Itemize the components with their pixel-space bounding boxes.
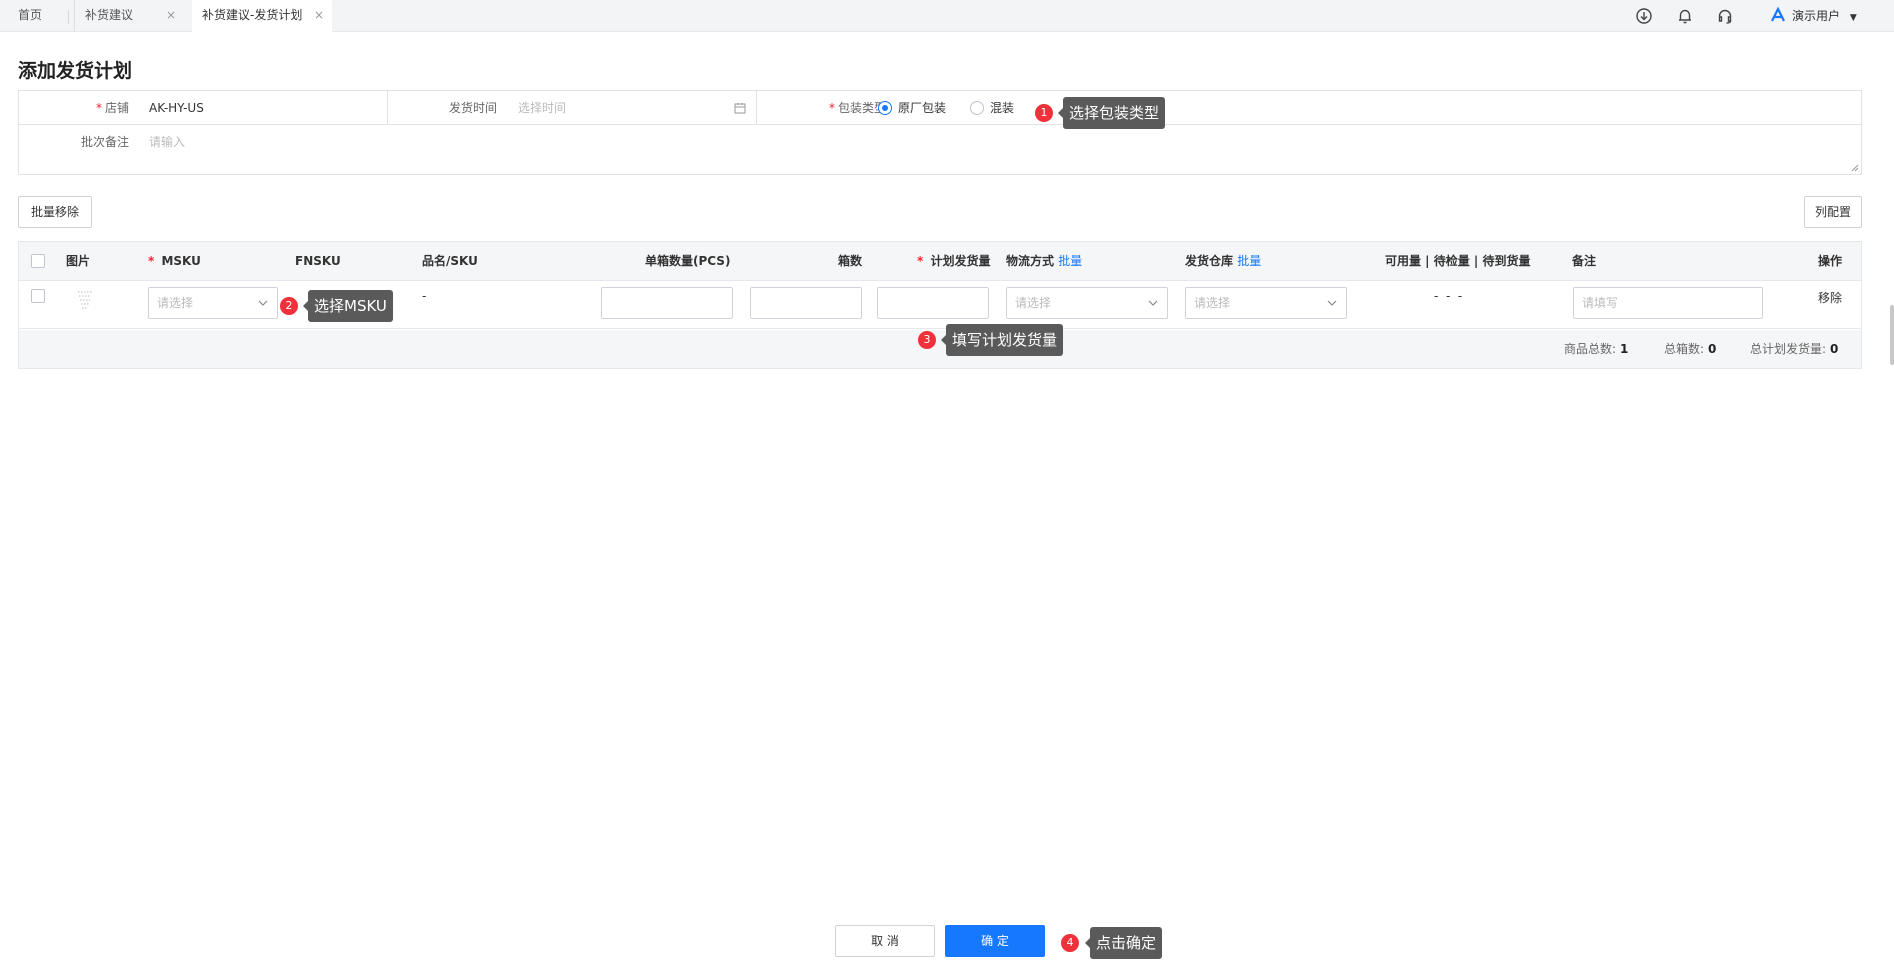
row-checkbox[interactable] bbox=[31, 289, 45, 303]
ship-time-label: 发货时间 bbox=[448, 101, 497, 115]
col-fnsku: FNSKU bbox=[295, 254, 341, 268]
batch-logistics-link[interactable]: 批量 bbox=[1058, 254, 1082, 268]
radio-mixed-pack[interactable] bbox=[970, 101, 984, 115]
select-all-checkbox[interactable] bbox=[31, 254, 45, 268]
download-icon[interactable] bbox=[1635, 7, 1653, 25]
user-menu[interactable]: 演示用户 ▼ bbox=[1770, 0, 1857, 32]
remark-textarea[interactable]: 请输入 bbox=[149, 125, 1849, 170]
radio-original-pack-label[interactable]: 原厂包装 bbox=[898, 91, 946, 125]
divider bbox=[387, 91, 388, 125]
total-products: 商品总数: 1 bbox=[1564, 342, 1629, 356]
step-badge-3: 3 bbox=[918, 331, 936, 349]
col-msku: * MSKU bbox=[148, 254, 201, 268]
col-name-sku: 品名/SKU bbox=[422, 254, 478, 268]
resize-handle-icon[interactable] bbox=[1851, 164, 1859, 172]
shop-label: * 店铺 bbox=[95, 101, 129, 115]
confirm-button[interactable]: 确 定 bbox=[945, 925, 1045, 957]
msku-select[interactable]: 请选择 bbox=[148, 287, 278, 319]
calendar-icon bbox=[734, 103, 746, 114]
page-scrollbar[interactable] bbox=[1890, 305, 1894, 365]
col-image: 图片 bbox=[66, 254, 91, 268]
brand-logo-icon bbox=[1771, 7, 1785, 22]
form-row-1: * 店铺 AK-HY-US 发货时间 选择时间 * 包装类型 原厂包装 混装 bbox=[19, 91, 1861, 125]
tab-home-label: 首页 bbox=[18, 8, 43, 22]
col-stock: 可用量 | 待检量 | 待到货量 bbox=[1385, 254, 1531, 268]
radio-original-pack[interactable] bbox=[878, 101, 892, 115]
col-boxes: 箱数 bbox=[838, 254, 863, 268]
logistics-select[interactable]: 请选择 bbox=[1006, 287, 1168, 319]
table-header: 图片 * MSKU FNSKU 品名/SKU 单箱数量(PCS) 箱数 * 计划… bbox=[19, 242, 1861, 281]
col-warehouse: 发货仓库 批量 bbox=[1185, 254, 1262, 268]
step-tooltip-3: 填写计划发货量 bbox=[940, 324, 1064, 356]
caret-down-icon: ▼ bbox=[1849, 13, 1857, 23]
tab-replenishment-label: 补货建议 bbox=[85, 8, 134, 22]
column-config-button[interactable]: 列配置 bbox=[1804, 196, 1862, 228]
close-icon[interactable]: × bbox=[314, 0, 324, 31]
chevron-down-icon bbox=[258, 300, 268, 306]
chevron-down-icon bbox=[1148, 300, 1158, 306]
pack-type-label: * 包装类型 bbox=[828, 101, 886, 115]
product-image-placeholder-icon bbox=[78, 291, 92, 309]
step-badge-2: 2 bbox=[280, 297, 298, 315]
page-title: 添加发货计划 bbox=[18, 60, 133, 82]
tab-shipment-plan[interactable]: 补货建议-发货计划 × bbox=[192, 0, 332, 32]
chevron-down-icon bbox=[1327, 300, 1337, 306]
step-badge-4: 4 bbox=[1061, 934, 1079, 952]
name-sku-value: - bbox=[422, 289, 427, 303]
shop-value: AK-HY-US bbox=[149, 101, 204, 115]
tab-replenishment[interactable]: 补货建议 × bbox=[74, 0, 184, 32]
bell-icon[interactable] bbox=[1676, 7, 1694, 25]
tab-shipment-plan-label: 补货建议-发货计划 bbox=[202, 8, 303, 22]
ship-time-picker[interactable]: 选择时间 bbox=[518, 91, 766, 125]
step-badge-1: 1 bbox=[1035, 104, 1053, 122]
remark-label: 批次备注 bbox=[80, 135, 129, 149]
stock-values: - - - bbox=[1434, 289, 1463, 303]
col-action: 操作 bbox=[1818, 254, 1843, 268]
pcs-per-box-input[interactable] bbox=[601, 287, 733, 319]
col-logistics: 物流方式 批量 bbox=[1006, 254, 1083, 268]
boxes-input[interactable] bbox=[750, 287, 862, 319]
close-icon[interactable]: × bbox=[166, 0, 176, 31]
step-tooltip-1: 选择包装类型 bbox=[1057, 97, 1166, 129]
table-summary: 商品总数: 1 总箱数: 0 总计划发货量: 0 bbox=[19, 330, 1861, 368]
tab-divider bbox=[68, 10, 69, 24]
plan-form: * 店铺 AK-HY-US 发货时间 选择时间 * 包装类型 原厂包装 混装 批次备… bbox=[18, 90, 1862, 175]
remove-link[interactable]: 移除 bbox=[1818, 289, 1842, 306]
remark-input[interactable]: 请填写 bbox=[1573, 287, 1763, 319]
step-tooltip-4: 点击确定 bbox=[1084, 927, 1163, 959]
warehouse-select[interactable]: 请选择 bbox=[1185, 287, 1347, 319]
col-remark: 备注 bbox=[1572, 254, 1597, 268]
cancel-button[interactable]: 取 消 bbox=[835, 925, 935, 957]
tab-bar: 首页 补货建议 × 补货建议-发货计划 × 演示用户 ▼ bbox=[0, 0, 1894, 32]
form-row-2: 批次备注 请输入 bbox=[19, 125, 1861, 174]
headset-icon[interactable] bbox=[1716, 7, 1734, 25]
user-name: 演示用户 bbox=[1792, 9, 1841, 23]
divider bbox=[756, 91, 757, 125]
batch-warehouse-link[interactable]: 批量 bbox=[1237, 254, 1261, 268]
radio-mixed-pack-label[interactable]: 混装 bbox=[990, 91, 1014, 125]
col-pcs-per-box: 单箱数量(PCS) bbox=[645, 254, 731, 268]
total-boxes: 总箱数: 0 bbox=[1664, 342, 1717, 356]
planned-qty-input[interactable] bbox=[877, 287, 989, 319]
batch-remove-button[interactable]: 批量移除 bbox=[18, 196, 92, 228]
total-planned-qty: 总计划发货量: 0 bbox=[1750, 342, 1839, 356]
step-tooltip-2: 选择MSKU bbox=[303, 290, 393, 322]
tab-home[interactable]: 首页 bbox=[8, 0, 68, 32]
col-planned-qty: * 计划发货量 bbox=[917, 254, 991, 268]
